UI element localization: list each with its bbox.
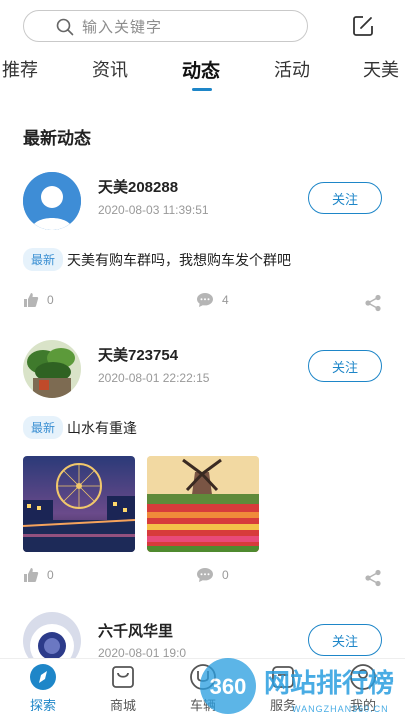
- search-input[interactable]: 输入关键字: [23, 10, 308, 42]
- active-tab-indicator: [192, 88, 212, 91]
- shopping-bag-icon: [112, 666, 134, 688]
- post-stats: 0 0: [0, 567, 405, 587]
- svg-text:360: 360: [210, 674, 247, 699]
- follow-button[interactable]: 关注: [308, 350, 382, 382]
- post-stats: 0 4: [0, 292, 405, 312]
- tab-news[interactable]: 资讯: [92, 56, 128, 82]
- default-avatar-icon: [23, 172, 81, 230]
- post-photo-windmill[interactable]: [147, 456, 259, 552]
- section-title: 最新动态: [23, 129, 91, 148]
- share-icon[interactable]: [364, 294, 382, 312]
- search-placeholder: 输入关键字: [82, 18, 163, 36]
- post-time: 2020-08-01 22:22:15: [98, 371, 210, 385]
- avatar[interactable]: [23, 172, 81, 230]
- new-badge: 最新: [23, 416, 64, 439]
- post-content[interactable]: 最新 天美有购车群吗，我想购车发个群吧: [23, 248, 291, 271]
- comment-button[interactable]: 4: [196, 292, 229, 308]
- comment-icon: [197, 568, 213, 582]
- comment-count: 4: [222, 293, 229, 307]
- nav-mall[interactable]: 商城: [93, 663, 153, 714]
- new-badge: 最新: [23, 248, 64, 271]
- like-button[interactable]: 0: [23, 292, 54, 308]
- avatar[interactable]: [23, 340, 81, 398]
- tab-moments[interactable]: 动态: [182, 56, 220, 83]
- post-text: 山水有重逢: [67, 419, 138, 436]
- post-username[interactable]: 天美723754: [98, 344, 178, 365]
- tab-tianmei[interactable]: 天美: [363, 56, 399, 82]
- nav-mall-label: 商城: [109, 698, 136, 713]
- svg-text:网站排行榜: 网站排行榜: [264, 668, 394, 699]
- like-count: 0: [47, 568, 54, 582]
- compass-icon: [30, 664, 56, 690]
- top-bar: 输入关键字: [0, 0, 405, 48]
- nav-explore[interactable]: 探索: [13, 663, 73, 714]
- comment-count: 0: [222, 568, 229, 582]
- svg-text:WANGZHAN360.CN: WANGZHAN360.CN: [292, 704, 389, 714]
- nav-explore-label: 探索: [29, 698, 56, 713]
- follow-button[interactable]: 关注: [308, 182, 382, 214]
- post-username[interactable]: 六千风华里: [98, 620, 173, 641]
- comment-icon: [197, 293, 213, 307]
- follow-button[interactable]: 关注: [308, 624, 382, 656]
- thumbs-up-icon: [24, 568, 39, 582]
- plant-avatar-image: [23, 340, 81, 398]
- post-username[interactable]: 天美208288: [98, 176, 178, 197]
- share-icon[interactable]: [364, 569, 382, 587]
- post-text: 天美有购车群吗，我想购车发个群吧: [67, 251, 292, 268]
- edit-icon[interactable]: [351, 14, 375, 38]
- tab-activities[interactable]: 活动: [274, 56, 310, 82]
- like-count: 0: [47, 293, 54, 307]
- like-button[interactable]: 0: [23, 567, 54, 583]
- post-photo-ferris-wheel[interactable]: [23, 456, 135, 552]
- post-content[interactable]: 最新 山水有重逢: [23, 416, 137, 439]
- post-time: 2020-08-03 11:39:51: [98, 203, 209, 217]
- watermark-logo: 360 网站排行榜 WANGZHAN360.CN: [200, 658, 394, 714]
- search-icon: [56, 18, 74, 36]
- tab-recommend[interactable]: 推荐: [2, 56, 38, 82]
- comment-button[interactable]: 0: [196, 567, 229, 583]
- thumbs-up-icon: [24, 293, 39, 307]
